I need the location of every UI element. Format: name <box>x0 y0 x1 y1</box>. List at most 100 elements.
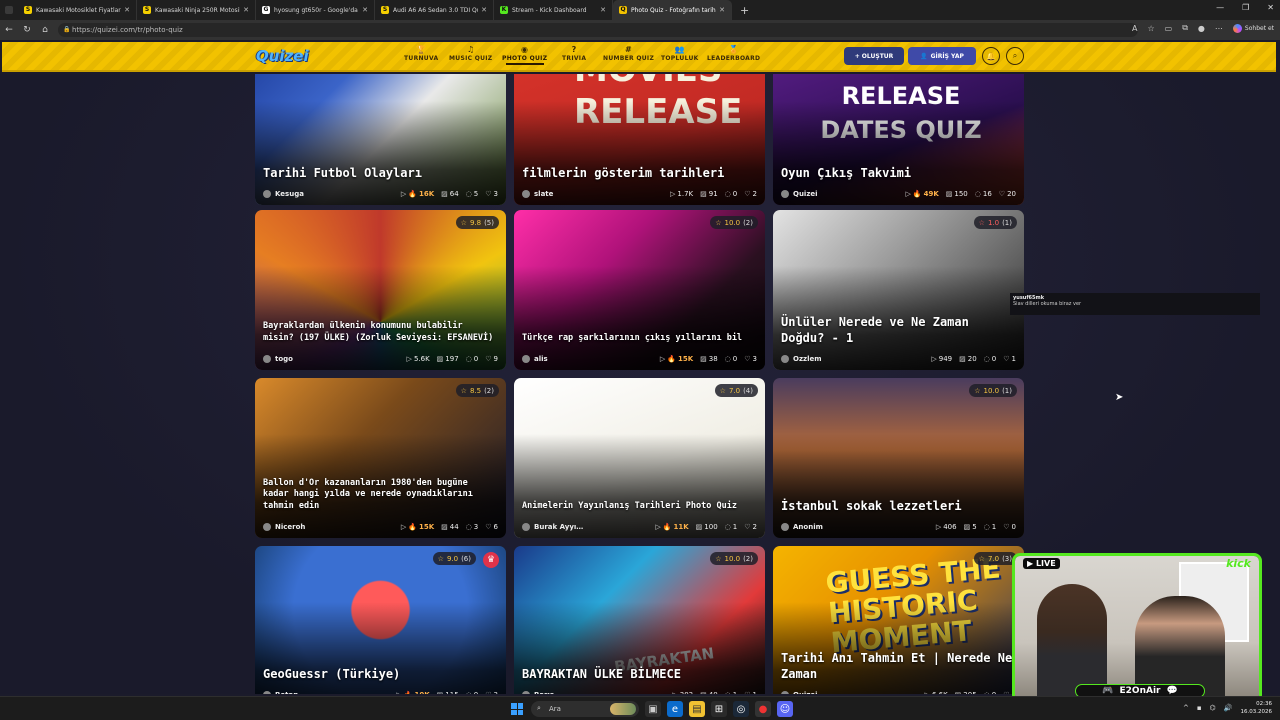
quiz-author[interactable]: Kesuga <box>263 190 401 198</box>
browser-tab[interactable]: Ghyosung gt650r - Google'da Ara✕ <box>256 0 375 20</box>
quiz-title[interactable]: Tarihi Anı Tahmin Et | Nerede Ne Zaman <box>781 650 1016 682</box>
windows-start-icon[interactable] <box>511 703 523 715</box>
nav-number-quiz[interactable]: # NUMBER QUIZ <box>603 45 654 62</box>
quiz-author[interactable]: Quizei <box>781 691 925 694</box>
browser-tab[interactable]: K Stream - Kick Dashboard ✕ <box>494 0 613 20</box>
quiz-title[interactable]: GeoGuessr (Türkiye) <box>263 666 498 682</box>
close-window-icon[interactable]: ✕ <box>1267 3 1274 12</box>
webcam-overlay: ▶ LIVE kick 🎮 E2OnAir 💬 <box>1012 553 1262 703</box>
tray-chevron-icon[interactable]: ^ <box>1183 704 1189 712</box>
tab-close-icon[interactable]: ✕ <box>362 6 368 14</box>
create-button[interactable]: + OLUŞTUR <box>844 47 904 65</box>
quiz-card[interactable]: GAME RELEASE DATES QUIZOyun Çıkış Takvim… <box>773 74 1024 205</box>
favorite-star-icon[interactable]: ☆ <box>1147 24 1154 33</box>
quiz-title[interactable]: Animelerin Yayınlanış Tarihleri Photo Qu… <box>522 501 757 512</box>
minimize-icon[interactable]: — <box>1216 3 1224 12</box>
notification-bell-icon[interactable]: 🔔 <box>982 47 1000 65</box>
network-icon[interactable]: ⌬ <box>1210 704 1216 712</box>
quiz-author[interactable]: togo <box>263 355 407 363</box>
quiz-title[interactable]: Oyun Çıkış Takvimi <box>781 165 1016 181</box>
quiz-author[interactable]: Barış <box>522 691 672 694</box>
home-icon[interactable]: ⌂ <box>36 25 54 35</box>
quiz-card[interactable]: GUESS THE HISTORIC MOMENT☆7.0(3)Tarihi A… <box>773 546 1024 694</box>
browser-tab[interactable]: S Kawasaki Ninja 250R Motosiklet F…✕ <box>137 0 256 20</box>
nav-trivia[interactable]: ? TRIVIA <box>562 45 586 62</box>
quiz-title[interactable]: Tarihi Futbol Olayları <box>263 165 498 181</box>
quiz-card[interactable]: ☆ 10.0 (2) Türkçe rap şarkılarının çıkış yı… <box>514 210 765 370</box>
site-logo[interactable]: Quizei <box>256 47 309 65</box>
quiz-author[interactable]: Quizei <box>781 190 905 198</box>
browser-tab[interactable]: S Audi A6 A6 Sedan 3.0 TDI Quattro…✕ <box>375 0 494 20</box>
nav-topluluk[interactable]: 👥 TOPLULUK <box>661 45 699 62</box>
search-icon[interactable]: ⌕ <box>1006 47 1024 65</box>
quiz-card[interactable]: ☆ 8.5 (2) Ballon d'Or kazananların 1980'den… <box>255 378 506 538</box>
quiz-title[interactable]: İstanbul sokak lezzetleri <box>781 498 1016 514</box>
tab-close-icon[interactable]: ✕ <box>600 6 606 14</box>
tab-close-icon[interactable]: ✕ <box>243 6 249 14</box>
url-input[interactable]: 🔒 https://quizei.com/tr/photo-quiz <box>58 23 1138 37</box>
quiz-card[interactable]: ☆9.0(6) ♛ GeoGuessr (Türkiye) Botan ▷🔥10K ▨11… <box>255 546 506 694</box>
quiz-title[interactable]: Ünlüler Nerede ve Ne Zaman Doğdu? - 1 <box>781 314 1016 346</box>
quiz-title[interactable]: BAYRAKTAN ÜLKE BİLMECE <box>522 666 757 682</box>
quiz-card[interactable]: ☆ 7.0 (4) Animelerin Yayınlanış Tarihleri P… <box>514 378 765 538</box>
quiz-author[interactable]: Anonim <box>781 523 936 531</box>
taskbar-clock[interactable]: 02:36 16.03.2026 <box>1241 700 1273 716</box>
discord-icon[interactable]: ☺ <box>777 701 793 717</box>
taskbar-search-input[interactable]: ⌕ Ara <box>531 701 639 717</box>
quiz-title[interactable]: Türkçe rap şarkılarının çıkış yıllarını … <box>522 333 757 344</box>
tray-app-icon[interactable]: ▪ <box>1197 704 1202 712</box>
browser-tab[interactable]: Q Photo Quiz - Fotoğrafın tarihini ve…✕ <box>613 0 732 20</box>
quiz-title[interactable]: Ballon d'Or kazananların 1980'den bugüne… <box>263 478 498 512</box>
store-icon[interactable]: ⊞ <box>711 701 727 717</box>
profile-avatar[interactable]: ● <box>1198 24 1205 33</box>
quiz-card[interactable]: ☆ 9.8 (5) Bayraklardan ülkenin konumunu bul… <box>255 210 506 370</box>
login-button[interactable]: 👤 GİRİŞ YAP <box>908 47 976 65</box>
nav-photo-quiz[interactable]: ◉ PHOTO QUIZ <box>502 45 547 65</box>
read-aloud-icon[interactable]: A <box>1132 24 1137 33</box>
browser-menu-icon[interactable] <box>5 6 13 14</box>
edge-browser-icon[interactable]: e <box>667 701 683 717</box>
volume-icon[interactable]: 🔊 <box>1224 704 1233 712</box>
comments-stat: ◌0 <box>984 691 997 694</box>
quiz-card[interactable]: BAYRAKTAN☆10.0(2)BAYRAKTAN ÜLKE BİLMECEB… <box>514 546 765 694</box>
file-explorer-icon[interactable]: ▤ <box>689 701 705 717</box>
split-screen-icon[interactable]: ▭ <box>1165 24 1173 33</box>
new-tab-button[interactable]: + <box>740 4 749 17</box>
steam-icon[interactable]: ◎ <box>733 701 749 717</box>
quiz-author[interactable]: Ozzlem <box>781 355 931 363</box>
more-menu-icon[interactable]: ⋯ <box>1215 24 1223 33</box>
obs-icon[interactable]: ● <box>755 701 771 717</box>
copilot-chat-button[interactable]: Sohbet et <box>1232 23 1274 33</box>
quiz-stats: ▷ 🔥 15K ▨ 44 ◌ 3 ♡ 6 <box>401 523 498 531</box>
nav-music-quiz[interactable]: ♫ MUSIC QUIZ <box>449 45 492 62</box>
quiz-card[interactable]: Tarihi Futbol Olayları Kesuga ▷ 🔥 16K ▨ 64 ◌ 5 ♡ 3 <box>255 74 506 205</box>
reload-icon[interactable]: ↻ <box>18 25 36 35</box>
quiz-card[interactable]: ☆ 10.0 (1) İstanbul sokak lezzetleri Anonim ▷… <box>773 378 1024 538</box>
nav-turnuva[interactable]: 🏆 TURNUVA <box>404 45 438 62</box>
quiz-title[interactable]: Bayraklardan ülkenin konumunu bulabilir … <box>263 321 498 344</box>
quiz-author[interactable]: Burak Ayyı… <box>522 523 655 531</box>
create-button-label: + OLUŞTUR <box>854 52 894 60</box>
likes-stat: ♡ 9 <box>485 355 498 363</box>
fire-icon: 🔥 <box>408 523 417 531</box>
quiz-title[interactable]: filmlerin gösterim tarihleri <box>522 165 757 181</box>
quiz-author[interactable]: alis <box>522 355 660 363</box>
tab-favicon-icon: S <box>381 6 389 14</box>
quiz-author[interactable]: slate <box>522 190 670 198</box>
extensions-icon[interactable]: ⧉ <box>1182 23 1188 33</box>
quiz-card[interactable]: MOVIES RELEASEfilmlerin gösterim tarihle… <box>514 74 765 205</box>
rating-value: 7.0 <box>987 554 1000 563</box>
quiz-author[interactable]: Niceroh <box>263 523 401 531</box>
tab-close-icon[interactable]: ✕ <box>124 6 130 14</box>
tab-close-icon[interactable]: ✕ <box>719 6 725 14</box>
back-icon[interactable]: ← <box>0 25 18 35</box>
tab-close-icon[interactable]: ✕ <box>481 6 487 14</box>
nav-leaderboard[interactable]: 🏅 LEADERBOARD <box>707 45 760 62</box>
thumbnail-shade <box>773 74 1024 205</box>
browser-tab[interactable]: S Kawasaki Motosiklet Fiyatları, İkin…✕ <box>18 0 137 20</box>
task-view-icon[interactable]: ▣ <box>645 701 661 717</box>
rating-badge: ☆ 1.0 (1) <box>973 216 1017 229</box>
maximize-icon[interactable]: ❐ <box>1242 3 1249 12</box>
quiz-author[interactable]: Botan <box>263 691 396 694</box>
quiz-card[interactable]: ☆ 1.0 (1) Ünlüler Nerede ve Ne Zaman Doğdu?… <box>773 210 1024 370</box>
